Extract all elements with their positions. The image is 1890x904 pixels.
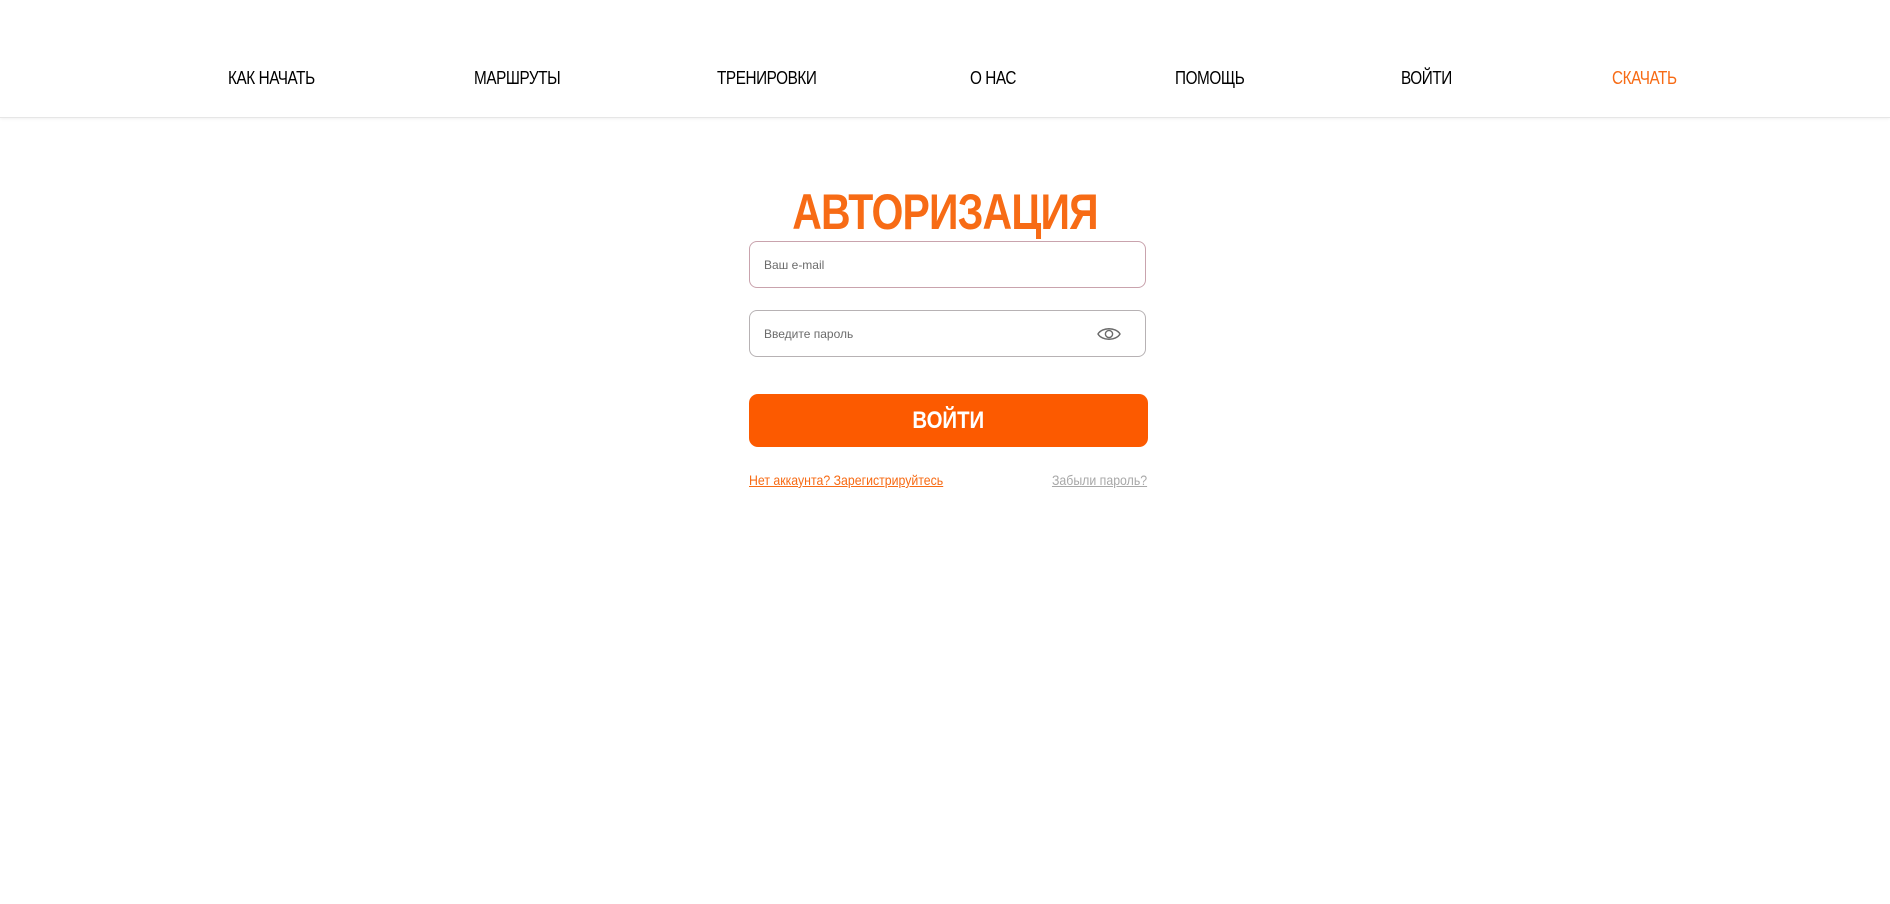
nav-item-trainings[interactable]: ТРЕНИРОВКИ <box>717 66 817 90</box>
password-input[interactable] <box>764 311 1094 356</box>
nav-item-login[interactable]: ВОЙТИ <box>1401 66 1452 90</box>
email-input[interactable] <box>764 242 1094 287</box>
eye-icon[interactable] <box>1097 324 1121 344</box>
login-button-label: ВОЙТИ <box>912 407 985 434</box>
site-header: КАК НАЧАТЬ МАРШРУТЫ ТРЕНИРОВКИ О НАС ПОМ… <box>0 0 1890 118</box>
nav-item-about[interactable]: О НАС <box>970 66 1016 90</box>
nav-item-routes[interactable]: МАРШРУТЫ <box>474 66 561 90</box>
register-link[interactable]: Нет аккаунта? Зарегистрируйтесь <box>749 471 943 489</box>
forgot-password-link[interactable]: Забыли пароль? <box>1052 471 1147 489</box>
page-title: АВТОРИЗАЦИЯ <box>792 183 1098 240</box>
nav-item-how-to-start[interactable]: КАК НАЧАТЬ <box>228 66 315 90</box>
nav-item-download[interactable]: СКАЧАТЬ <box>1612 66 1677 90</box>
main-nav: КАК НАЧАТЬ МАРШРУТЫ ТРЕНИРОВКИ О НАС ПОМ… <box>0 66 1890 90</box>
nav-item-help[interactable]: ПОМОЩЬ <box>1175 66 1245 90</box>
password-field <box>749 310 1146 357</box>
login-button[interactable]: ВОЙТИ <box>749 394 1148 447</box>
email-field <box>749 241 1146 288</box>
